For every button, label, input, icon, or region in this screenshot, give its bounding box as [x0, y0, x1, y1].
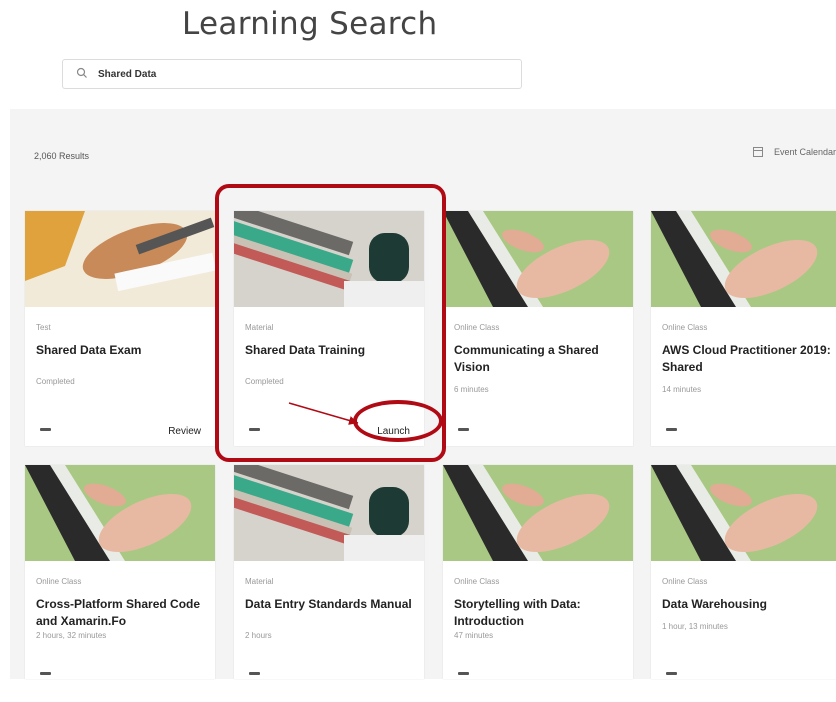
card-thumbnail — [443, 465, 633, 561]
card-status: 14 minutes — [662, 385, 702, 394]
more-options-icon[interactable] — [458, 672, 469, 675]
card-status: Completed — [245, 377, 284, 386]
card-status: 1 hour, 13 minutes — [662, 622, 728, 631]
card-type: Material — [245, 577, 274, 586]
card-thumbnail — [443, 211, 633, 307]
card-type: Online Class — [662, 323, 708, 332]
launch-button[interactable]: Launch — [377, 426, 410, 437]
more-options-icon[interactable] — [40, 428, 51, 431]
card-title[interactable]: Data Warehousing — [662, 596, 834, 613]
more-options-icon[interactable] — [666, 428, 677, 431]
course-card[interactable]: Online Class Communicating a Shared Visi… — [443, 211, 633, 446]
course-card[interactable]: Material Shared Data Training Completed … — [234, 211, 424, 446]
card-thumbnail — [25, 465, 215, 561]
card-type: Online Class — [36, 577, 82, 586]
card-title[interactable]: Data Entry Standards Manual — [245, 596, 417, 613]
event-calendar-button[interactable]: Event Calendar — [752, 147, 836, 157]
card-status: 2 hours, 32 minutes — [36, 631, 107, 640]
results-count: 2,060 Results — [34, 151, 90, 161]
card-type: Online Class — [454, 577, 500, 586]
more-options-icon[interactable] — [40, 672, 51, 675]
card-status: 47 minutes — [454, 631, 494, 640]
card-title[interactable]: Shared Data Exam — [36, 342, 208, 359]
more-options-icon[interactable] — [666, 672, 677, 675]
course-card[interactable]: Material Data Entry Standards Manual 2 h… — [234, 465, 424, 679]
card-thumbnail — [651, 465, 836, 561]
card-type: Online Class — [454, 323, 500, 332]
course-card[interactable]: Test Shared Data Exam Completed Review — [25, 211, 215, 446]
course-card[interactable]: Online Class Storytelling with Data: Int… — [443, 465, 633, 679]
review-button[interactable]: Review — [168, 426, 201, 437]
page-title: Learning Search — [182, 6, 438, 42]
card-title[interactable]: Cross-Platform Shared Code and Xamarin.F… — [36, 596, 208, 630]
card-status: Completed — [36, 377, 75, 386]
card-title[interactable]: Shared Data Training — [245, 342, 417, 359]
more-options-icon[interactable] — [249, 672, 260, 675]
card-status: 2 hours — [245, 631, 272, 640]
card-thumbnail — [25, 211, 215, 307]
calendar-icon — [752, 147, 763, 157]
card-thumbnail — [651, 211, 836, 307]
card-status: 6 minutes — [454, 385, 489, 394]
card-type: Online Class — [662, 577, 708, 586]
card-title[interactable]: AWS Cloud Practitioner 2019: Shared — [662, 342, 834, 376]
course-card[interactable]: Online Class Data Warehousing 1 hour, 13… — [651, 465, 836, 679]
card-thumbnail — [234, 465, 424, 561]
card-thumbnail — [234, 211, 424, 307]
course-card[interactable]: Online Class AWS Cloud Practitioner 2019… — [651, 211, 836, 446]
card-type: Material — [245, 323, 274, 332]
card-title[interactable]: Storytelling with Data: Introduction — [454, 596, 626, 630]
course-card[interactable]: Online Class Cross-Platform Shared Code … — [25, 465, 215, 679]
search-icon — [76, 67, 90, 81]
card-type: Test — [36, 323, 51, 332]
more-options-icon[interactable] — [458, 428, 469, 431]
search-input[interactable] — [96, 67, 500, 81]
more-options-icon[interactable] — [249, 428, 260, 431]
search-bar[interactable] — [62, 59, 522, 89]
event-calendar-label: Event Calendar — [773, 147, 836, 157]
card-title[interactable]: Communicating a Shared Vision — [454, 342, 626, 376]
